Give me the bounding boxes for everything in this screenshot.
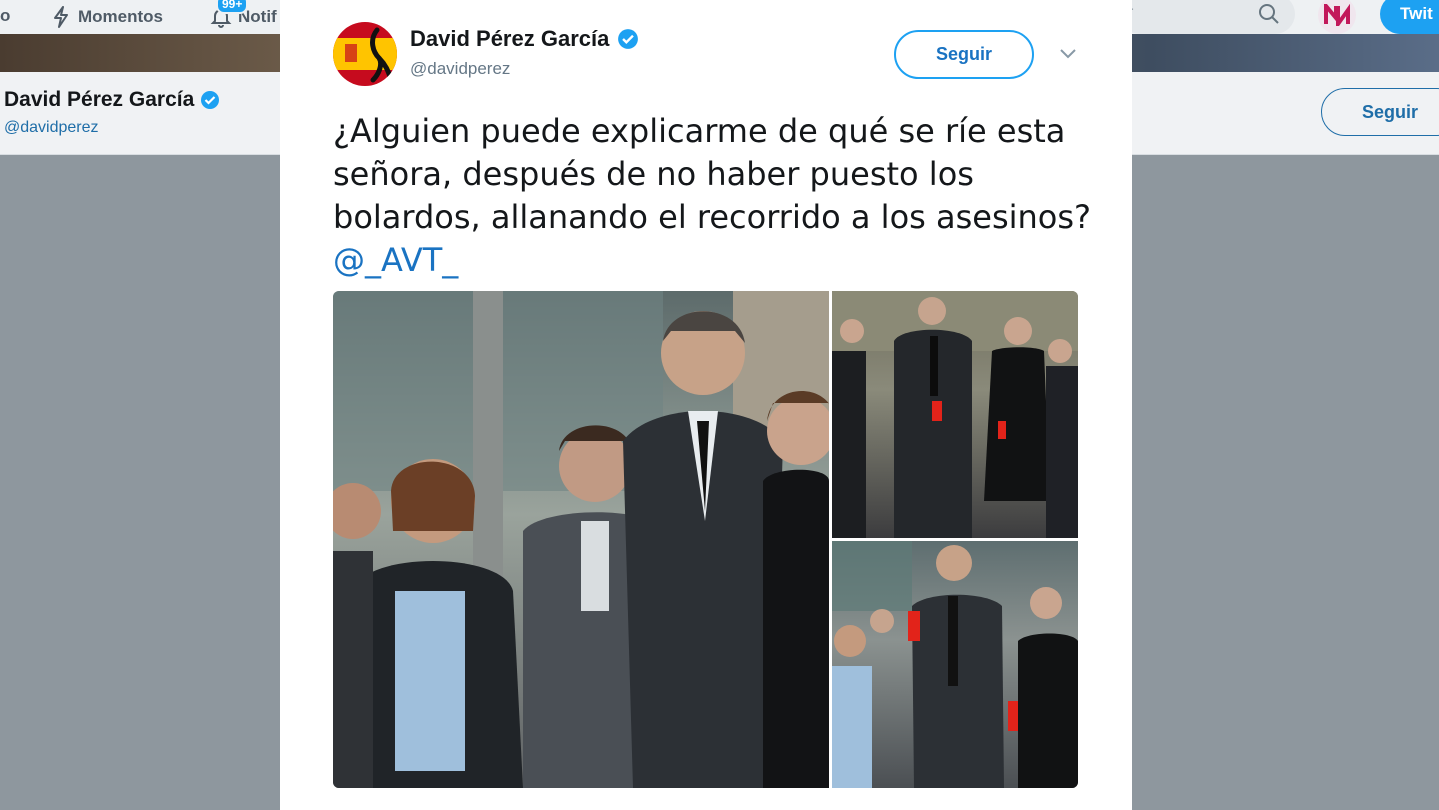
user-avatar-logo [1324, 4, 1350, 26]
follow-button[interactable]: Seguir [894, 30, 1034, 79]
lightning-icon [54, 6, 68, 28]
tweet-button[interactable]: Twit [1380, 0, 1439, 34]
tweet-media-grid [333, 291, 1078, 788]
photo-3-illustration [832, 541, 1078, 788]
nav-item-home-partial[interactable]: o [0, 6, 10, 26]
photo-2-illustration [832, 291, 1078, 538]
notifications-badge: 99+ [216, 0, 249, 14]
author-name[interactable]: David Pérez García [410, 26, 639, 52]
profile-handle[interactable]: @davidperez [4, 119, 99, 137]
verified-icon [201, 91, 220, 109]
nav-item-moments[interactable]: Momentos [52, 6, 163, 28]
author-avatar[interactable] [333, 22, 397, 86]
tweet-body: ¿Alguien puede explicarme de qué se ríe … [333, 112, 1092, 236]
author-name-text: David Pérez García [410, 26, 610, 51]
user-avatar[interactable] [1318, 0, 1356, 34]
search-icon[interactable] [1257, 2, 1281, 26]
tweet-photo-1[interactable] [333, 291, 829, 788]
verified-icon [618, 29, 639, 49]
chevron-down-icon[interactable] [1058, 46, 1078, 60]
tweet-mention[interactable]: @_AVT_ [333, 241, 458, 279]
photo-1-illustration [333, 291, 829, 788]
author-handle[interactable]: @davidperez [410, 59, 510, 79]
tweet-text: ¿Alguien puede explicarme de qué se ríe … [333, 110, 1093, 282]
profile-follow-button[interactable]: Seguir [1321, 88, 1439, 136]
search-input[interactable]: r [1120, 0, 1295, 34]
tweet-photo-3[interactable] [832, 541, 1078, 788]
nav-moments-label: Momentos [78, 7, 163, 26]
profile-name: David Pérez García [4, 88, 220, 112]
tweet-photo-2[interactable] [832, 291, 1078, 538]
profile-name-text: David Pérez García [4, 88, 195, 111]
tweet-modal: David Pérez García @davidperez Seguir ¿A… [280, 0, 1132, 810]
spain-flag-avatar [333, 22, 397, 86]
